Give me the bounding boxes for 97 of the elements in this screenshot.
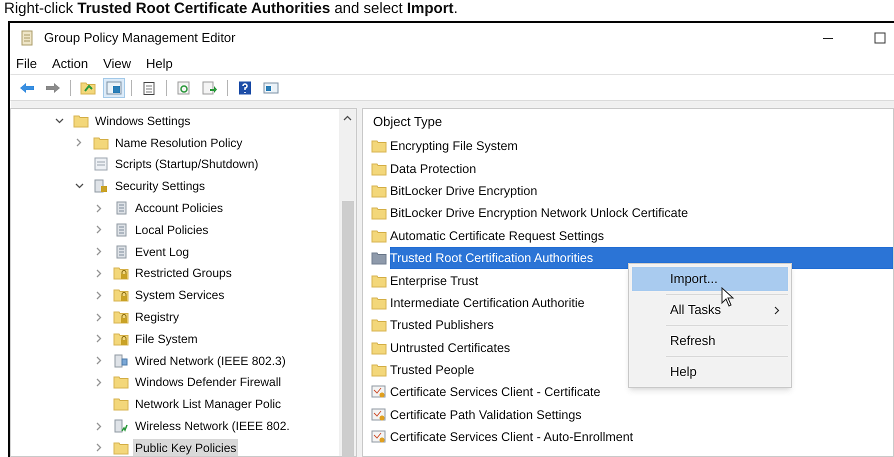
tree-item[interactable]: Windows Settings (93, 112, 192, 130)
list-item[interactable]: Intermediate Certification Authoritie (390, 292, 585, 314)
chevron-right-icon[interactable] (96, 356, 102, 366)
list-item[interactable]: Certificate Services Client - Certificate (390, 381, 600, 404)
console-tree-icon[interactable] (106, 80, 122, 94)
chevron-right-icon[interactable] (96, 268, 102, 278)
action-pane-icon[interactable] (263, 80, 279, 94)
locked-folder-icon (113, 310, 129, 324)
folder-icon (371, 318, 387, 332)
menu-item[interactable]: File (16, 54, 37, 74)
app-icon (20, 30, 34, 46)
column-header[interactable]: Object Type (363, 109, 893, 135)
tree-item[interactable]: Name Resolution Policy (113, 134, 244, 152)
tree-item[interactable]: Registry (133, 308, 182, 326)
list-item[interactable]: Trusted Root Certification Authorities (390, 247, 893, 270)
context-menu-item[interactable]: Import... (632, 267, 788, 291)
context-menu-item[interactable]: Refresh (632, 329, 788, 353)
list-item[interactable]: Trusted People (390, 359, 474, 382)
folder-icon (371, 274, 387, 288)
chevron-right-icon[interactable] (96, 247, 102, 256)
refresh-icon[interactable] (176, 80, 192, 94)
folder-icon (93, 136, 109, 150)
folder-icon (371, 363, 387, 378)
tree-item[interactable]: Wired Network (IEEE 802.3) (133, 352, 288, 370)
script-icon (93, 157, 109, 172)
export-list-icon[interactable] (202, 80, 218, 94)
folder-up-icon[interactable] (80, 80, 96, 94)
clipboard-icon[interactable] (141, 80, 157, 94)
folder-icon (113, 375, 129, 390)
folder-icon (371, 139, 387, 154)
forward-arrow-icon[interactable] (45, 80, 61, 94)
folder-icon (73, 114, 89, 128)
context-menu-item[interactable]: Help (632, 360, 788, 384)
folder-icon (113, 397, 129, 412)
list-item[interactable]: Certificate Services Client - Auto-Enrollment (390, 426, 634, 448)
chevron-down-icon[interactable] (54, 118, 64, 124)
list-item[interactable]: BitLocker Drive Encryption Network Unlock Certificate (390, 202, 688, 224)
scrollbar-thumb[interactable] (342, 201, 354, 456)
folder-icon (371, 162, 387, 176)
folder-icon (371, 251, 387, 266)
tree-item[interactable]: Account Policies (133, 199, 226, 218)
folder-icon (113, 440, 129, 455)
tree-item[interactable]: Public Key Policies (133, 438, 238, 456)
tree-item[interactable]: Restricted Groups (133, 264, 234, 282)
list-item[interactable]: Data Protection (390, 158, 476, 180)
chevron-right-icon[interactable] (96, 443, 102, 452)
scrollbar[interactable] (339, 109, 356, 456)
chevron-right-icon[interactable] (76, 138, 82, 148)
tree-item[interactable]: Scripts (Startup/Shutdown) (113, 155, 260, 174)
folder-icon (371, 184, 387, 198)
chevron-right-icon[interactable] (96, 378, 102, 387)
certificate-icon (371, 408, 387, 422)
list-item[interactable]: Automatic Certificate Request Settings (390, 224, 604, 247)
mouse-cursor-icon (721, 287, 735, 307)
chevron-right-icon[interactable] (96, 312, 102, 322)
chevron-right-icon[interactable] (96, 204, 102, 213)
tree-item[interactable]: System Services (133, 286, 226, 304)
certificate-icon (371, 385, 387, 400)
list-item[interactable]: Untrusted Certificates (390, 336, 510, 359)
list-item[interactable]: Trusted Publishers (390, 314, 494, 336)
maximize-icon[interactable] (874, 32, 886, 44)
window-title: Group Policy Management Editor (44, 29, 236, 48)
tree-item[interactable]: Security Settings (113, 177, 208, 196)
wireless-network-icon (113, 419, 129, 434)
security-icon (93, 179, 109, 194)
chevron-down-icon[interactable] (74, 183, 84, 190)
context-menu-item[interactable]: All Tasks (632, 298, 788, 322)
chevron-right-icon[interactable] (96, 422, 102, 431)
chevron-right-icon[interactable] (96, 334, 102, 344)
tree-item[interactable]: Event Log (133, 242, 192, 261)
menu-item[interactable]: Help (146, 54, 173, 74)
network-icon (113, 354, 129, 368)
list-item[interactable]: BitLocker Drive Encryption (390, 180, 538, 202)
folder-icon (371, 296, 387, 310)
scroll-up-icon[interactable] (343, 115, 352, 121)
locked-folder-icon (113, 288, 129, 302)
tree-item[interactable]: Windows Defender Firewall (133, 373, 284, 392)
list-item[interactable]: Certificate Path Validation Settings (390, 404, 582, 426)
list-item[interactable]: Encrypting File System (390, 135, 518, 158)
folder-icon (371, 228, 387, 243)
tree-item[interactable]: File System (133, 330, 200, 348)
help-icon[interactable] (237, 80, 253, 94)
folder-icon (371, 340, 387, 355)
locked-folder-icon (113, 266, 129, 280)
tree-item[interactable]: Local Policies (133, 220, 210, 239)
back-arrow-icon[interactable] (19, 80, 35, 94)
menu-item[interactable]: View (103, 54, 132, 74)
locked-folder-icon (113, 332, 129, 346)
instruction-text: Right-click Trusted Root Certificate Authorities and select Import. (3, 0, 459, 18)
folder-icon (371, 206, 387, 220)
menu-item[interactable]: Action (52, 54, 88, 74)
certificate-icon (371, 430, 387, 444)
tree-item[interactable]: Wireless Network (IEEE 802. (133, 417, 292, 436)
chevron-right-icon[interactable] (96, 290, 102, 300)
tree-item[interactable]: Network List Manager Polic (133, 395, 284, 414)
list-item[interactable]: Enterprise Trust (390, 270, 478, 292)
chevron-right-icon[interactable] (96, 225, 102, 234)
